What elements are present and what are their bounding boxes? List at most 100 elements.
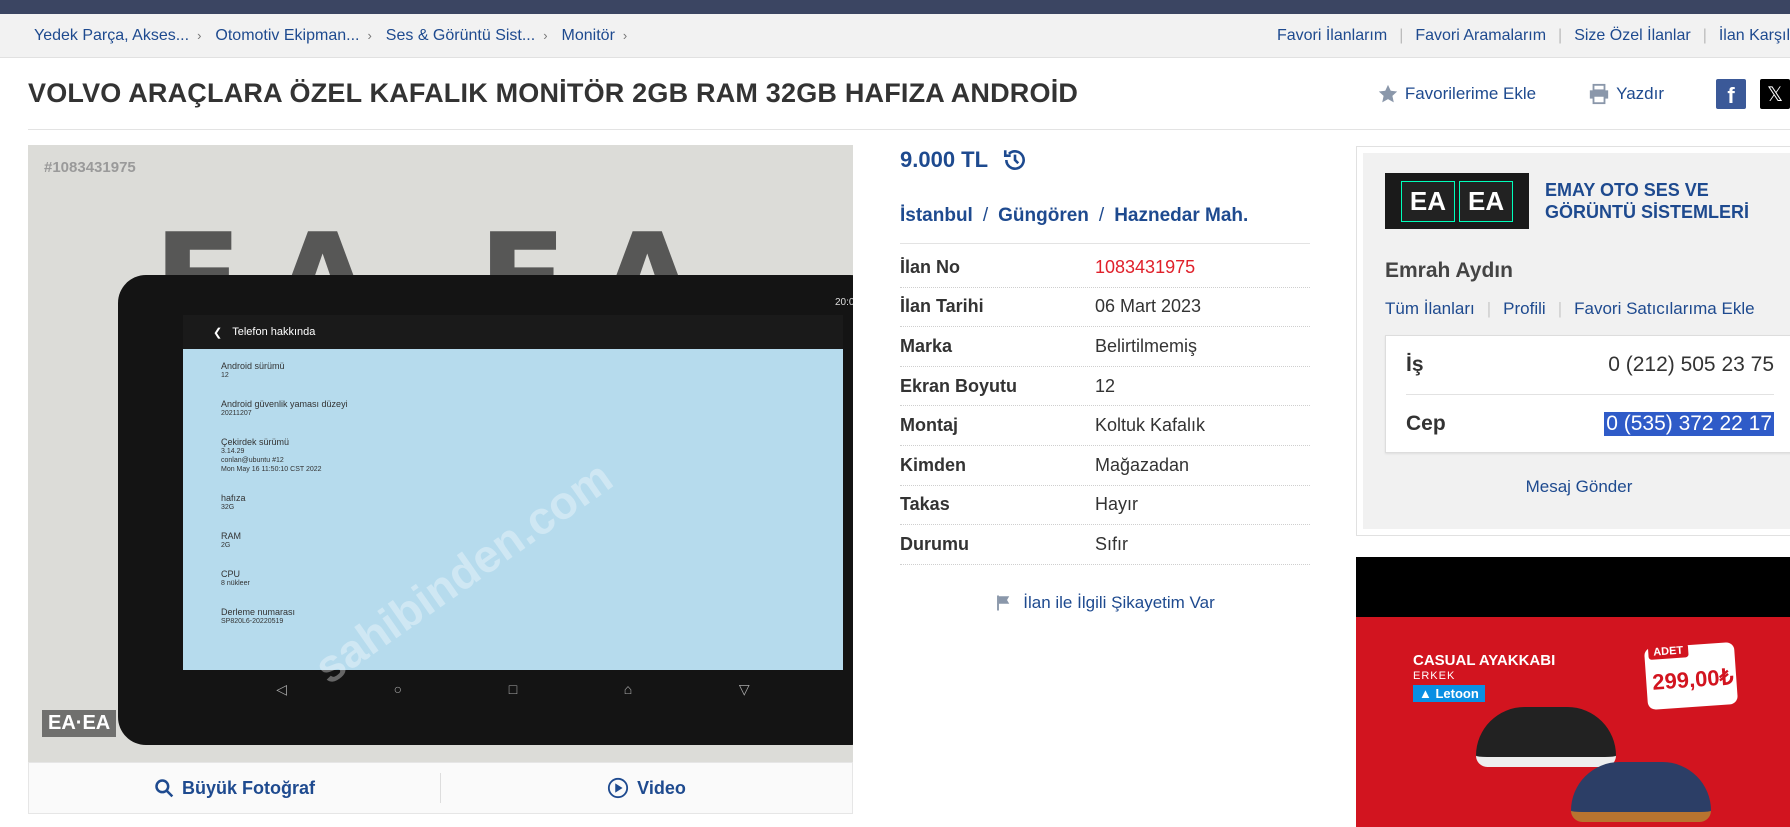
property-value: Belirtilmemiş: [1095, 335, 1198, 356]
add-favorite-label: Favorilerime Ekle: [1404, 84, 1537, 103]
property-key: Ekran Boyutu: [900, 375, 1018, 396]
shoe-image: [1476, 707, 1616, 767]
location: İstanbul / Güngören / Haznedar Mah.: [900, 205, 1310, 244]
search-icon: [155, 779, 174, 798]
chevron-right-icon: ›: [197, 28, 202, 43]
screen-row-value: 20211207: [221, 410, 252, 418]
screen-row-value: 3.14.29: [221, 448, 245, 456]
property-row: İlan Tarihi 06 Mart 2023: [900, 288, 1310, 328]
ad-title: CASUAL AYAKKABI: [1413, 652, 1556, 669]
all-listings-link[interactable]: Tüm İlanları: [1385, 299, 1475, 319]
breadcrumb-item[interactable]: Monitör: [562, 27, 615, 45]
properties-table: İlan No 1083431975 İlan Tarihi 06 Mart 202…: [900, 248, 1310, 565]
price: 9.000 TL: [900, 145, 1310, 175]
compare-listings-link[interactable]: İlan Karşıl: [1719, 27, 1790, 45]
send-message-link[interactable]: Mesaj Gönder: [1363, 477, 1790, 497]
monitor-device: ❮ Telefon hakkında Android sürümü 12 Andro…: [118, 275, 853, 745]
store-logo-small: EA·EA: [42, 710, 117, 737]
property-value: 12: [1095, 375, 1116, 396]
print-button[interactable]: Yazdır: [1588, 83, 1664, 105]
screen-row-label: Derleme numarası: [221, 606, 296, 617]
profile-link[interactable]: Profili: [1503, 299, 1546, 319]
price-history-icon[interactable]: [1002, 147, 1028, 173]
price-value: 9.000 TL: [900, 147, 989, 172]
video-label: Video: [637, 777, 686, 798]
add-favorite-button[interactable]: Favorilerime Ekle: [1377, 83, 1536, 105]
property-value: Koltuk Kafalık: [1095, 415, 1206, 436]
ad-subtitle: ERKEK: [1413, 670, 1456, 682]
location-city[interactable]: İstanbul: [900, 205, 973, 226]
chevron-right-icon: ›: [367, 28, 372, 43]
top-links: Favori İlanlarım | Favori Aramalarım | Siz…: [1276, 26, 1790, 45]
property-row: Durumu Sıfır: [900, 525, 1310, 565]
property-row: Montaj Koltuk Kafalık: [900, 406, 1310, 446]
breadcrumb-item[interactable]: Ses & Görüntü Sist...: [386, 27, 535, 45]
property-value: Sıfır: [1095, 533, 1129, 554]
social-share: f 𝕏: [1716, 79, 1790, 109]
advertisement-banner[interactable]: CASUAL AYAKKABI ERKEK ▲ Letoon ADET 299,…: [1356, 557, 1790, 827]
screen-row-value: 8 nükleer: [221, 579, 250, 587]
store-name[interactable]: EMAY OTO SES VE GÖRÜNTÜ SİSTEMLERİ: [1545, 179, 1749, 224]
property-key: Takas: [900, 494, 950, 515]
property-key: Montaj: [900, 415, 958, 436]
screen-row-value: 12: [221, 372, 229, 380]
flag-icon: [997, 595, 1010, 611]
breadcrumb-item[interactable]: Yedek Parça, Akses...: [34, 27, 189, 45]
property-row: İlan No 1083431975: [900, 248, 1310, 288]
property-value: 1083431975: [1095, 256, 1196, 277]
complaint-link[interactable]: İlan ile İlgili Şikayetim Var: [900, 593, 1310, 613]
device-screen: ❮ Telefon hakkında Android sürümü 12 Andro…: [183, 315, 843, 697]
phone-row-mobile: Cep 0 (535) 372 22 17: [1406, 394, 1774, 452]
title-actions: Favorilerime Ekle Yazdır f 𝕏: [1377, 58, 1790, 130]
location-neighborhood[interactable]: Haznedar Mah.: [1114, 205, 1248, 226]
title-bar: VOLVO ARAÇLARA ÖZEL KAFALIK MONİTÖR 2GB …: [28, 58, 1790, 130]
ad-tag: ADET: [1647, 643, 1689, 660]
special-listings-link[interactable]: Size Özel İlanlar: [1574, 27, 1691, 45]
photo-ad-id: #1083431975: [44, 159, 136, 176]
phone-number[interactable]: 0 (535) 372 22 17: [1604, 411, 1774, 436]
x-twitter-icon[interactable]: 𝕏: [1760, 79, 1790, 109]
listing-photo[interactable]: EA EA #1083431975 ❮ Telefon hakkında And…: [28, 145, 853, 762]
screen-row: Android güvenlik yaması düzeyi 20211207: [221, 399, 843, 419]
screen-header: ❮ Telefon hakkında: [183, 315, 843, 349]
phone-box: İş 0 (212) 505 23 75 Cep 0 (535) 372 22 …: [1385, 335, 1790, 453]
property-key: Kimden: [900, 454, 967, 475]
add-favorite-seller-link[interactable]: Favori Satıcılarıma Ekle: [1574, 299, 1754, 319]
screen-row-label: CPU: [221, 568, 241, 579]
facebook-icon[interactable]: f: [1716, 79, 1746, 109]
page-title: VOLVO ARAÇLARA ÖZEL KAFALIK MONİTÖR 2GB …: [28, 78, 1079, 108]
big-photo-button[interactable]: Büyük Fotoğraf: [29, 778, 440, 799]
screen-rows: Android sürümü 12 Android güvenlik yaması …: [183, 349, 843, 627]
seller-panel: EA EA EMAY OTO SES VE GÖRÜNTÜ SİSTEMLERİ …: [1356, 146, 1790, 536]
complaint-label: İlan ile İlgili Şikayetim Var: [1023, 592, 1215, 612]
screen-row: Çekirdek sürümü 3.14.29 conlan@ubuntu #12 M…: [221, 437, 843, 475]
seller-person-name: Emrah Aydın: [1385, 259, 1513, 282]
star-icon: [1378, 84, 1397, 103]
play-icon: [608, 777, 629, 799]
video-button[interactable]: Video: [441, 777, 852, 799]
location-district[interactable]: Güngören: [998, 205, 1089, 226]
phone-number[interactable]: 0 (212) 505 23 75: [1608, 353, 1774, 377]
back-chevron-icon: ❮: [213, 326, 223, 339]
property-key: İlan Tarihi: [900, 296, 984, 317]
chevron-right-icon: ›: [543, 28, 548, 43]
listing-info: 9.000 TL İstanbul / Güngören / Haznedar Mah.…: [900, 145, 1310, 613]
phone-label: Cep: [1406, 411, 1446, 435]
breadcrumb: Yedek Parça, Akses... › Otomotiv Ekipman.…: [34, 27, 641, 45]
property-row: Ekran Boyutu 12: [900, 367, 1310, 407]
property-key: Marka: [900, 335, 953, 356]
chevron-right-icon: ›: [622, 28, 628, 43]
screen-row: CPU 8 nükleer: [221, 569, 843, 589]
store-logo[interactable]: EA EA: [1385, 173, 1529, 229]
screen-row: Derleme numarası SP820L6-20220519: [221, 607, 843, 627]
sub-navigation: Yedek Parça, Akses... › Otomotiv Ekipman.…: [0, 14, 1790, 58]
device-system-bar: ◁ ○ □ ⌂ ▽: [276, 680, 750, 698]
breadcrumb-item[interactable]: Otomotiv Ekipman...: [215, 27, 359, 45]
ad-price: 299,00₺: [1651, 664, 1735, 695]
screen-row: Android sürümü 12: [221, 361, 843, 381]
seller-links: Tüm İlanları | Profili | Favori Satıcıları…: [1385, 299, 1755, 319]
favorite-searches-link[interactable]: Favori Aramalarım: [1415, 27, 1546, 45]
favorite-listings-link[interactable]: Favori İlanlarım: [1277, 27, 1387, 45]
property-row: Marka Belirtilmemiş: [900, 327, 1310, 367]
printer-icon: [1589, 83, 1609, 105]
